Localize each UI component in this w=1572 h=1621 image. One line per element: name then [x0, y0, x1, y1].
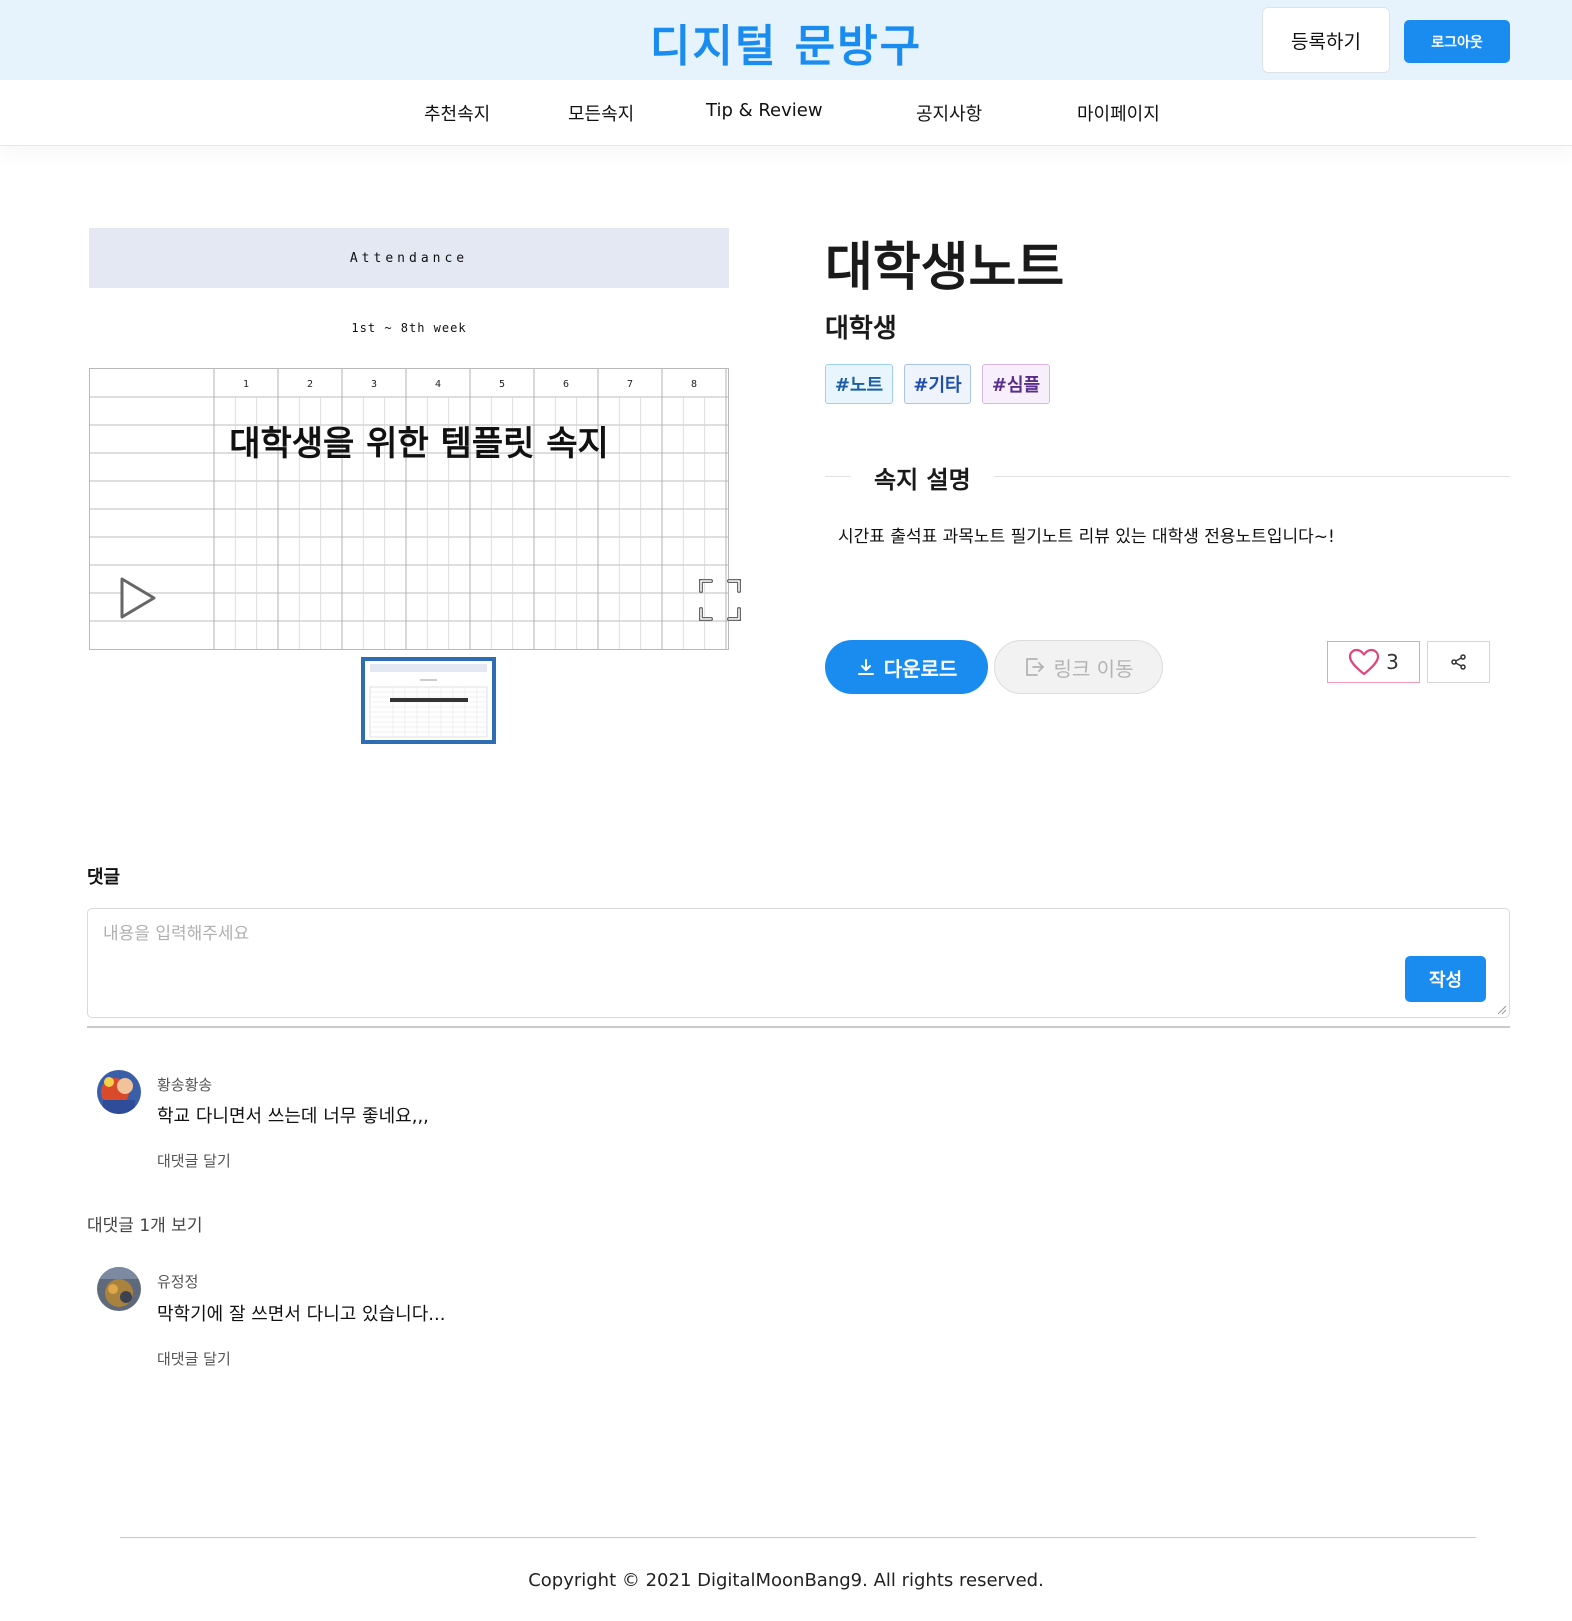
download-label: 다운로드 — [883, 656, 958, 681]
nav-item-all[interactable]: 모든속지 — [568, 100, 634, 126]
play-icon[interactable] — [116, 574, 160, 622]
comment-form: 작성 — [87, 908, 1510, 1018]
divider — [825, 476, 851, 477]
attendance-grid: 1 2 3 4 5 6 7 8 — [89, 368, 729, 650]
avatar-image — [97, 1070, 141, 1114]
product-title: 대학생노트 — [825, 238, 1065, 298]
comment-author: 황송황송 — [157, 1076, 213, 1094]
download-button[interactable]: 다운로드 — [825, 640, 988, 694]
week-range: 1st ~ 8th week — [351, 321, 467, 335]
divider — [994, 476, 1510, 477]
logout-button[interactable]: 로그아웃 — [1404, 20, 1510, 63]
divider — [87, 1026, 1510, 1028]
heart-icon — [1349, 648, 1380, 676]
grid-header-label: 1 — [243, 379, 249, 390]
tag-etc[interactable]: #기타 — [904, 364, 971, 404]
comment-text: 막학기에 잘 쓰면서 다니고 있습니다... — [157, 1304, 446, 1325]
comment-author: 유정정 — [157, 1273, 199, 1291]
preview-overlay-title: 대학생을 위한 템플릿 속지 — [229, 424, 609, 464]
like-button[interactable]: 3 — [1327, 641, 1420, 683]
grid-header-label: 5 — [499, 379, 505, 390]
tag-note[interactable]: #노트 — [825, 364, 893, 404]
grid-header-label: 6 — [563, 379, 569, 390]
avatar[interactable] — [97, 1267, 141, 1311]
product-subtitle: 대학생 — [825, 314, 897, 344]
main-nav: 추천속지 모든속지 Tip & Review 공지사항 마이페이지 — [0, 80, 1572, 146]
grid-header-label: 8 — [691, 379, 697, 390]
description-heading: 속지 설명 — [874, 466, 971, 494]
tag-simple[interactable]: #심플 — [982, 364, 1050, 404]
link-label: 링크 이동 — [1053, 656, 1134, 681]
nav-item-mypage[interactable]: 마이페이지 — [1077, 100, 1160, 126]
comments-heading: 댓글 — [87, 867, 121, 888]
view-replies-link[interactable]: 대댓글 1개 보기 — [87, 1211, 202, 1236]
share-icon — [1450, 654, 1466, 670]
avatar[interactable] — [97, 1070, 141, 1114]
avatar-image — [97, 1267, 141, 1311]
link-button[interactable]: 링크 이동 — [994, 640, 1163, 694]
footer-divider — [120, 1537, 1476, 1538]
footer-copyright: Copyright © 2021 DigitalMoonBang9. All r… — [528, 1570, 1044, 1591]
grid-lines: 1 2 3 4 5 6 7 8 — [90, 369, 728, 649]
submit-comment-button[interactable]: 작성 — [1405, 956, 1486, 1002]
grid-header-label: 3 — [371, 379, 377, 390]
reply-link[interactable]: 대댓글 달기 — [157, 1150, 231, 1171]
grid-header-label: 7 — [627, 379, 633, 390]
nav-item-tip-review[interactable]: Tip & Review — [706, 100, 823, 121]
comment-input[interactable] — [103, 919, 1323, 949]
like-count: 3 — [1386, 650, 1399, 674]
thumbnail-image — [369, 664, 488, 738]
thumbnail-1[interactable] — [361, 657, 496, 744]
register-button[interactable]: 등록하기 — [1262, 7, 1390, 73]
attendance-title: Attendance — [89, 228, 729, 288]
header: 디지털 문방구 등록하기 로그아웃 — [0, 0, 1572, 80]
preview-image: Attendance 1st ~ 8th week 1 2 3 4 5 6 7 8 대학생을 … — [89, 228, 729, 650]
resize-handle-icon[interactable] — [1497, 1005, 1507, 1015]
grid-header-label: 4 — [435, 379, 441, 390]
nav-item-notice[interactable]: 공지사항 — [916, 100, 982, 126]
description-text: 시간표 출석표 과목노트 필기노트 리뷰 있는 대학생 전용노트입니다~! — [838, 527, 1335, 547]
download-icon — [857, 659, 874, 675]
external-link-icon — [1025, 658, 1044, 676]
comment-text: 학교 다니면서 쓰는데 너무 좋네요,,, — [157, 1106, 429, 1127]
reply-link[interactable]: 대댓글 달기 — [157, 1348, 231, 1369]
grid-header-label: 2 — [307, 379, 313, 390]
nav-item-recommended[interactable]: 추천속지 — [424, 100, 490, 126]
fullscreen-icon[interactable] — [697, 577, 743, 623]
share-button[interactable] — [1427, 641, 1490, 683]
